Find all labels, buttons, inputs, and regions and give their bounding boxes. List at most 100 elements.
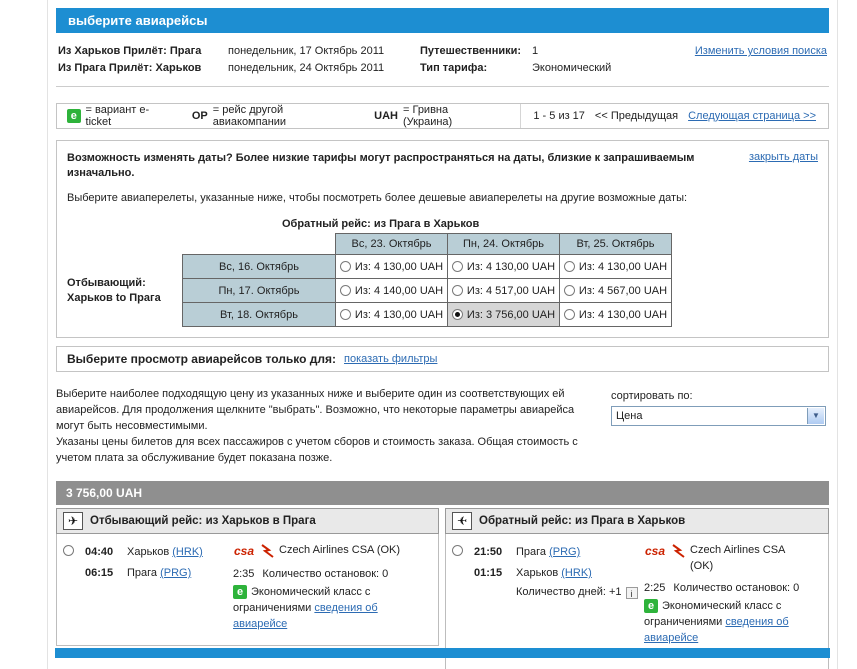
airline-name: Czech Airlines CSA (OK) <box>279 542 400 558</box>
flight-selection-page: { "colors": { "header_blue": "#1d8ed2", … <box>0 0 857 669</box>
info-icon[interactable]: i <box>626 587 638 599</box>
intro-paragraph-1: Выберите наиболее подходящую цену из ука… <box>56 386 601 434</box>
plane-return-icon: ✈ <box>452 512 472 530</box>
eticket-icon: e <box>644 599 658 613</box>
flexible-dates-instruction: Выберите авиаперелеты, указанные ниже, ч… <box>67 191 818 206</box>
return-arr-time: 01:15 <box>474 563 516 584</box>
matrix-row-header: Вс, 16. Октябрь <box>183 255 336 279</box>
sort-label: сортировать по: <box>611 390 829 402</box>
return-flight-card: ✈ Обратный рейс: из Прага в Харьков 21:5… <box>445 508 829 669</box>
pagination: 1 - 5 из 17 << Предыдущая Следующая стра… <box>520 104 828 128</box>
svg-text:csa: csa <box>645 544 665 558</box>
matrix-price-option[interactable]: Из: 4 130,00 UAH <box>336 255 448 279</box>
travelers-value: 1 <box>532 45 637 57</box>
page-title-bar: выберите авиарейсы <box>56 8 829 33</box>
airline-name: Czech Airlines CSA (OK) <box>690 542 802 574</box>
outbound-card-title: Отбывающий рейс: из Харьков в Прага <box>90 515 316 527</box>
stops-text: Количество остановок: 0 <box>262 568 388 580</box>
flexible-dates-headline: Возможность изменять даты? Более низкие … <box>67 151 722 181</box>
csa-airline-logo: csa <box>644 542 686 560</box>
radio-icon[interactable] <box>452 285 463 296</box>
airport-code-link[interactable]: (HRK) <box>561 567 592 579</box>
csa-airline-logo: csa <box>233 542 275 560</box>
matrix-price-option[interactable]: Из: 4 130,00 UAH <box>336 303 448 327</box>
op-legend-text: = рейс другой авиакомпании <box>213 104 354 128</box>
return-arr-city: Харьков (HRK) <box>516 563 592 584</box>
page-title: выберите авиарейсы <box>68 13 207 28</box>
outbound-route-label: Из Харьков Прилёт: Прага <box>58 45 228 57</box>
filter-label: Выберите просмотр авиарейсов только для: <box>67 352 336 366</box>
outbound-axis-label: Отбывающий: Харьков to Прага <box>67 218 182 327</box>
legend-bar: e = вариант e-ticket OP = рейс другой ав… <box>56 103 829 129</box>
days-offset-text: Количество дней: +1i <box>516 584 644 600</box>
fare-type-value: Экономический <box>532 62 637 74</box>
outbound-arr-city: Прага (PRG) <box>127 563 191 584</box>
radio-icon[interactable] <box>564 261 575 272</box>
radio-icon[interactable] <box>564 285 575 296</box>
show-filters-link[interactable]: показать фильтры <box>344 353 437 365</box>
prev-page-text: << Предыдущая <box>595 110 678 122</box>
uah-label: UAH <box>374 110 398 122</box>
close-dates-link[interactable]: закрыть даты <box>749 151 818 163</box>
matrix-row-header: Вт, 18. Октябрь <box>183 303 336 327</box>
matrix-price-option[interactable]: Из: 3 756,00 UAH <box>448 303 560 327</box>
return-route-label: Из Прага Прилёт: Харьков <box>58 62 228 74</box>
date-price-matrix: Вс, 23. Октябрь Пн, 24. Октябрь Вт, 25. … <box>182 233 672 327</box>
search-summary: Из Харьков Прилёт: Прага понедельник, 17… <box>56 43 829 87</box>
matrix-col-header: Пн, 24. Октябрь <box>448 234 560 255</box>
radio-icon[interactable] <box>340 285 351 296</box>
return-dep-city: Прага (PRG) <box>516 542 580 563</box>
eticket-icon: e <box>67 109 81 123</box>
eticket-legend-text: = вариант e-ticket <box>86 104 172 128</box>
section-divider-bar <box>55 648 830 658</box>
airport-code-link[interactable]: (PRG) <box>160 567 191 579</box>
outbound-flight-card: ✈ Отбывающий рейс: из Харьков в Прага 04… <box>56 508 439 669</box>
outbound-arr-time: 06:15 <box>85 563 127 584</box>
radio-icon[interactable] <box>564 309 575 320</box>
matrix-price-option[interactable]: Из: 4 130,00 UAH <box>560 255 672 279</box>
outbound-dep-city: Харьков (HRK) <box>127 542 203 563</box>
eticket-icon: e <box>233 585 247 599</box>
matrix-col-header: Вс, 23. Октябрь <box>336 234 448 255</box>
dropdown-arrow-icon[interactable]: ▼ <box>807 408 824 424</box>
matrix-price-option[interactable]: Из: 4 567,00 UAH <box>560 279 672 303</box>
radio-icon[interactable] <box>340 261 351 272</box>
matrix-col-header: Вт, 25. Октябрь <box>560 234 672 255</box>
radio-icon[interactable] <box>340 309 351 320</box>
return-card-title: Обратный рейс: из Прага в Харьков <box>479 515 685 527</box>
airport-code-link[interactable]: (HRK) <box>172 546 203 558</box>
svg-text:csa: csa <box>234 544 254 558</box>
matrix-row-header: Пн, 17. Октябрь <box>183 279 336 303</box>
stops-text: Количество остановок: 0 <box>673 582 799 594</box>
matrix-price-option[interactable]: Из: 4 140,00 UAH <box>336 279 448 303</box>
return-date: понедельник, 24 Октябрь 2011 <box>228 62 420 74</box>
next-page-link[interactable]: Следующая страница >> <box>688 110 816 122</box>
page-frame: выберите авиарейсы Из Харьков Прилёт: Пр… <box>47 0 838 669</box>
group-price: 3 756,00 UAH <box>66 486 142 500</box>
flexible-dates-panel: Возможность изменять даты? Более низкие … <box>56 140 829 338</box>
fare-type-label: Тип тарифа: <box>420 62 532 74</box>
uah-legend-text: = Гривна (Украина) <box>403 104 496 128</box>
page-range-text: 1 - 5 из 17 <box>533 110 585 122</box>
change-search-link[interactable]: Изменить условия поиска <box>695 45 827 57</box>
travelers-label: Путешественники: <box>420 45 532 57</box>
matrix-price-option[interactable]: Из: 4 517,00 UAH <box>448 279 560 303</box>
return-select-radio[interactable] <box>452 545 463 556</box>
intro-section: Выберите наиболее подходящую цену из ука… <box>56 386 829 466</box>
op-label: OP <box>192 110 208 122</box>
flight-duration: 2:35 <box>233 568 254 580</box>
airport-code-link[interactable]: (PRG) <box>549 546 580 558</box>
sort-select[interactable]: Цена ▼ <box>611 406 826 426</box>
plane-depart-icon: ✈ <box>63 512 83 530</box>
matrix-price-option[interactable]: Из: 4 130,00 UAH <box>560 303 672 327</box>
outbound-dep-time: 04:40 <box>85 542 127 563</box>
matrix-price-option[interactable]: Из: 4 130,00 UAH <box>448 255 560 279</box>
flight-duration: 2:25 <box>644 582 665 594</box>
radio-icon[interactable] <box>452 309 463 320</box>
radio-icon[interactable] <box>452 261 463 272</box>
sort-selected-value: Цена <box>616 410 642 422</box>
intro-paragraph-2: Указаны цены билетов для всех пассажиров… <box>56 434 601 466</box>
price-group-band: 3 756,00 UAH <box>56 481 829 505</box>
return-dep-time: 21:50 <box>474 542 516 563</box>
outbound-select-radio[interactable] <box>63 545 74 556</box>
